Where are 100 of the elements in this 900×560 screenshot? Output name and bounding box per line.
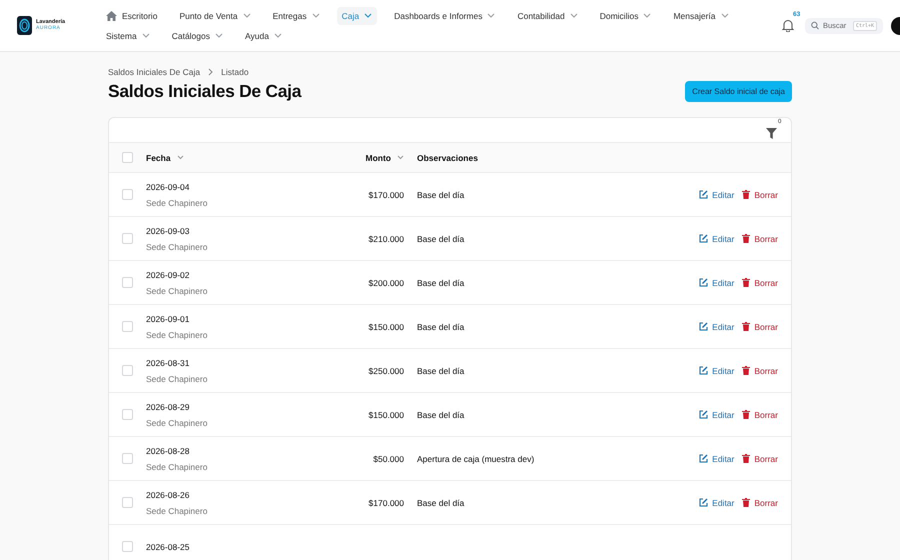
branch-text: Sede Chapinero — [146, 330, 208, 340]
branch-text: Sede Chapinero — [146, 462, 208, 472]
sort-chevron-icon — [176, 155, 184, 160]
amount-text: $250.000 — [368, 366, 404, 376]
edit-icon — [699, 190, 708, 199]
date-text: 2026-08-29 — [146, 402, 190, 412]
row-checkbox[interactable] — [122, 189, 133, 200]
nav-menu-item[interactable]: Escritorio — [101, 6, 162, 24]
nav-menu-item[interactable]: Sistema — [101, 26, 155, 44]
chevron-down-icon — [570, 13, 578, 18]
notes-text: Base del día — [417, 190, 464, 200]
delete-link[interactable]: Borrar — [742, 190, 778, 200]
date-text: 2026-09-02 — [146, 270, 190, 280]
nav-menu-item[interactable]: Catálogos — [166, 26, 228, 44]
amount-text: $170.000 — [368, 498, 404, 508]
edit-link[interactable]: Editar — [699, 190, 734, 200]
nav-menu-item[interactable]: Punto de Venta — [174, 6, 256, 24]
home-icon — [106, 10, 117, 20]
row-checkbox[interactable] — [122, 321, 133, 332]
delete-link[interactable]: Borrar — [742, 366, 778, 376]
branch-text: Sede Chapinero — [146, 418, 208, 428]
chevron-down-icon — [720, 13, 729, 18]
notes-text: Base del día — [417, 366, 464, 376]
chevron-down-icon — [364, 13, 372, 18]
logo-icon — [17, 16, 32, 35]
edit-icon — [699, 454, 708, 463]
delete-link[interactable]: Borrar — [742, 234, 778, 244]
branch-text: Sede Chapinero — [146, 286, 208, 296]
search-icon — [811, 21, 819, 30]
column-header: Observaciones — [417, 152, 478, 162]
nav-menu-item[interactable]: Dashboards e Informes — [389, 6, 500, 24]
edit-icon — [699, 410, 708, 419]
edit-icon — [699, 322, 708, 331]
branch-text: Sede Chapinero — [146, 242, 208, 252]
trash-icon — [742, 410, 750, 419]
notes-text: Base del día — [417, 498, 464, 508]
select-all-checkbox[interactable] — [122, 152, 133, 163]
delete-link[interactable]: Borrar — [742, 454, 778, 464]
trash-icon — [742, 454, 750, 463]
column-header[interactable]: Monto — [306, 152, 404, 162]
chevron-down-icon — [643, 13, 652, 18]
row-checkbox[interactable] — [122, 541, 133, 552]
notes-text: Base del día — [417, 322, 464, 332]
edit-link[interactable]: Editar — [699, 366, 734, 376]
nav-menu-item[interactable]: Entregas — [268, 6, 325, 24]
row-checkbox[interactable] — [122, 233, 133, 244]
chevron-down-icon — [487, 13, 496, 18]
row-checkbox[interactable] — [122, 365, 133, 376]
notes-text: Apertura de caja (muestra dev) — [417, 454, 534, 464]
trash-icon — [742, 322, 750, 331]
breadcrumb-link[interactable]: Listado — [221, 67, 249, 77]
branch-text: Sede Chapinero — [146, 374, 208, 384]
amount-text: $170.000 — [368, 190, 404, 200]
column-header[interactable]: Fecha — [146, 152, 306, 162]
edit-link[interactable]: Editar — [699, 410, 734, 420]
edit-icon — [699, 278, 708, 287]
amount-text: $50.000 — [373, 454, 404, 464]
edit-icon — [699, 366, 708, 375]
chevron-down-icon — [242, 13, 251, 18]
date-text: 2026-08-28 — [146, 446, 190, 456]
edit-icon — [699, 234, 708, 243]
edit-link[interactable]: Editar — [699, 278, 734, 288]
trash-icon — [742, 278, 750, 287]
trash-icon — [742, 366, 750, 375]
amount-text: $150.000 — [368, 322, 404, 332]
delete-link[interactable]: Borrar — [742, 278, 778, 288]
edit-link[interactable]: Editar — [699, 234, 734, 244]
date-text: 2026-08-26 — [146, 490, 190, 500]
breadcrumb-link[interactable]: Saldos Iniciales De Caja — [108, 67, 200, 77]
chevron-down-icon — [312, 13, 320, 18]
date-text: 2026-08-25 — [146, 542, 190, 552]
edit-link[interactable]: Editar — [699, 454, 734, 464]
nav-menu-item[interactable]: Ayuda — [240, 26, 287, 44]
row-checkbox[interactable] — [122, 453, 133, 464]
sort-chevron-icon — [397, 155, 404, 160]
row-checkbox[interactable] — [122, 277, 133, 288]
edit-link[interactable]: Editar — [699, 498, 734, 508]
date-text: 2026-09-03 — [146, 226, 190, 236]
amount-text: $200.000 — [368, 278, 404, 288]
delete-link[interactable]: Borrar — [742, 410, 778, 420]
branch-text: Sede Chapinero — [146, 198, 208, 208]
delete-link[interactable]: Borrar — [742, 498, 778, 508]
nav-menu-item[interactable]: Contabilidad — [512, 6, 583, 24]
notes-text: Base del día — [417, 410, 464, 420]
notes-text: Base del día — [417, 278, 464, 288]
create-button[interactable]: Crear Saldo inicial de caja — [685, 81, 792, 102]
trash-icon — [742, 498, 750, 507]
bell-icon[interactable] — [782, 19, 794, 32]
edit-icon — [699, 498, 708, 507]
filter-icon[interactable] — [766, 128, 777, 138]
nav-menu-item[interactable]: Mensajería — [668, 6, 734, 24]
nav-menu-item[interactable]: Caja — [336, 6, 378, 24]
row-checkbox[interactable] — [122, 497, 133, 508]
trash-icon — [742, 190, 750, 199]
amount-text: $150.000 — [368, 410, 404, 420]
edit-link[interactable]: Editar — [699, 322, 734, 332]
delete-link[interactable]: Borrar — [742, 322, 778, 332]
trash-icon — [742, 234, 750, 243]
nav-menu-item[interactable]: Domicilios — [594, 6, 656, 24]
row-checkbox[interactable] — [122, 409, 133, 420]
